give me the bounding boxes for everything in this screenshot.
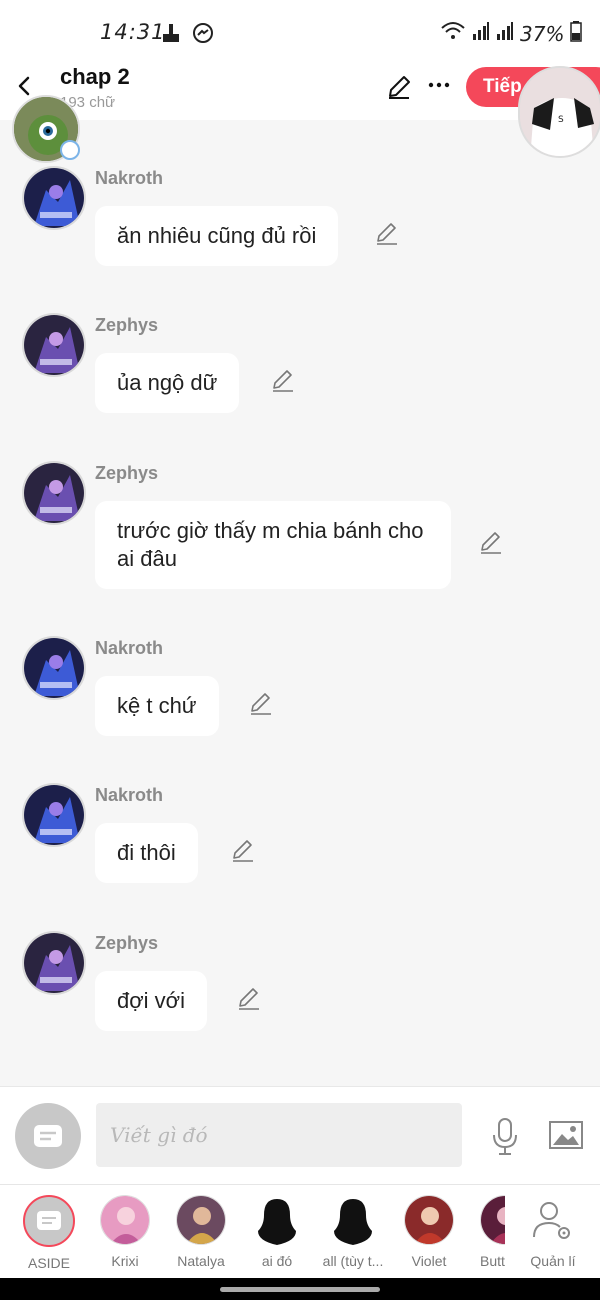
- signal-icon-2: [496, 20, 514, 47]
- sender-name: Zephys: [95, 933, 159, 953]
- pencil-icon: [273, 370, 293, 392]
- character-ai-do[interactable]: ai đó: [241, 1195, 313, 1269]
- character-name: Violet: [411, 1253, 447, 1269]
- svg-text:S: S: [558, 115, 564, 125]
- natalya-avatar: [176, 1195, 226, 1245]
- sender-name: Zephys: [95, 463, 159, 483]
- message-bubble[interactable]: ủa ngộ dữ: [95, 353, 240, 413]
- edit-message-button[interactable]: [478, 530, 504, 556]
- silhouette-icon: [258, 1199, 296, 1245]
- edit-message-button[interactable]: [230, 838, 256, 864]
- pencil-icon: [377, 223, 397, 245]
- butt-avatar: [480, 1195, 505, 1245]
- aside-avatar: [23, 1195, 75, 1247]
- system-navigation-bar: [0, 1278, 600, 1300]
- sender-name: Nakroth: [95, 168, 164, 188]
- pencil-icon: [251, 693, 271, 715]
- image-icon: [549, 1121, 583, 1149]
- status-icons-right: 37%: [440, 20, 583, 47]
- floating-avatar-right[interactable]: S: [518, 66, 600, 158]
- sender-avatar[interactable]: [22, 783, 86, 847]
- manage-label: Quản lí: [530, 1253, 576, 1269]
- silhouette-avatar: [328, 1195, 378, 1245]
- battery-icon: [570, 20, 583, 47]
- character-name: all (tùy t...: [322, 1253, 384, 1269]
- character-name: ai đó: [261, 1253, 293, 1269]
- microphone-button[interactable]: [490, 1117, 520, 1157]
- pencil-icon: [481, 532, 501, 554]
- person-avatar-image: S: [520, 68, 600, 156]
- character-butt[interactable]: Butt: [469, 1195, 505, 1269]
- cleaner-icon: [160, 22, 182, 49]
- silhouette-icon: [334, 1199, 372, 1245]
- header: chap 2 193 chữ Tiếp: [0, 56, 600, 120]
- sender-name: Nakroth: [95, 785, 164, 805]
- character-bar: ASIDE Krixi Natalya ai đó all (tùy t... …: [0, 1184, 600, 1278]
- battery-level: 37%: [520, 21, 565, 46]
- edit-message-button[interactable]: [248, 691, 274, 717]
- character-name: Krixi: [111, 1253, 139, 1269]
- home-indicator[interactable]: [220, 1287, 380, 1292]
- microphone-icon: [493, 1118, 517, 1155]
- edit-message-button[interactable]: [374, 221, 400, 247]
- messenger-icon: [192, 22, 214, 49]
- pencil-icon: [233, 840, 253, 862]
- pencil-icon: [389, 76, 410, 99]
- sender-avatar[interactable]: [22, 636, 86, 700]
- sender-avatar[interactable]: [22, 461, 86, 525]
- character-name: Natalya: [177, 1253, 225, 1269]
- message-bubble[interactable]: ăn nhiêu cũng đủ rồi: [95, 206, 339, 266]
- sender-name: Nakroth: [95, 638, 164, 658]
- sender-name: Zephys: [95, 315, 159, 335]
- edit-message-button[interactable]: [270, 368, 296, 394]
- silhouette-avatar: [252, 1195, 302, 1245]
- wifi-icon: [440, 20, 466, 47]
- character-all[interactable]: all (tùy t...: [317, 1195, 389, 1269]
- back-arrow-icon: [18, 76, 30, 96]
- more-icon: [428, 82, 450, 88]
- more-options-button[interactable]: [426, 72, 452, 98]
- violet-avatar: [404, 1195, 454, 1245]
- user-settings-icon: [533, 1202, 570, 1239]
- character-aside[interactable]: ASIDE: [13, 1195, 85, 1271]
- signal-icon: [472, 20, 490, 47]
- composer: [0, 1086, 600, 1184]
- manage-icon-wrap: [528, 1195, 578, 1245]
- status-time: 14:31: [100, 20, 166, 44]
- manage-button[interactable]: Quản lí: [517, 1195, 589, 1269]
- character-natalya[interactable]: Natalya: [165, 1195, 237, 1269]
- message-bubble[interactable]: đi thôi: [95, 823, 198, 883]
- status-badge: [60, 140, 80, 160]
- composer-menu-button[interactable]: [15, 1103, 81, 1169]
- sender-avatar[interactable]: [22, 313, 86, 377]
- message-bubble[interactable]: kệ t chứ: [95, 676, 219, 736]
- pencil-icon: [239, 988, 259, 1010]
- edit-chapter-button[interactable]: [386, 74, 412, 100]
- character-name: Butt: [480, 1253, 505, 1269]
- back-button[interactable]: [12, 72, 36, 100]
- character-violet[interactable]: Violet: [393, 1195, 465, 1269]
- image-upload-button[interactable]: [548, 1119, 584, 1151]
- chapter-title: chap 2: [60, 64, 130, 89]
- sender-avatar[interactable]: [22, 166, 86, 230]
- sender-avatar[interactable]: [22, 931, 86, 995]
- character-krixi[interactable]: Krixi: [89, 1195, 161, 1269]
- message-bubble[interactable]: trước giờ thấy m chia bánh cho ai đâu: [95, 501, 451, 589]
- message-input[interactable]: [96, 1103, 462, 1167]
- chat-bubble-icon: [37, 1211, 61, 1230]
- character-name: ASIDE: [27, 1255, 70, 1271]
- edit-message-button[interactable]: [236, 986, 262, 1012]
- krixi-avatar: [100, 1195, 150, 1245]
- message-bubble[interactable]: đợi với: [95, 971, 207, 1031]
- status-icons-left: [160, 22, 214, 49]
- chat-bubble-icon: [34, 1125, 62, 1147]
